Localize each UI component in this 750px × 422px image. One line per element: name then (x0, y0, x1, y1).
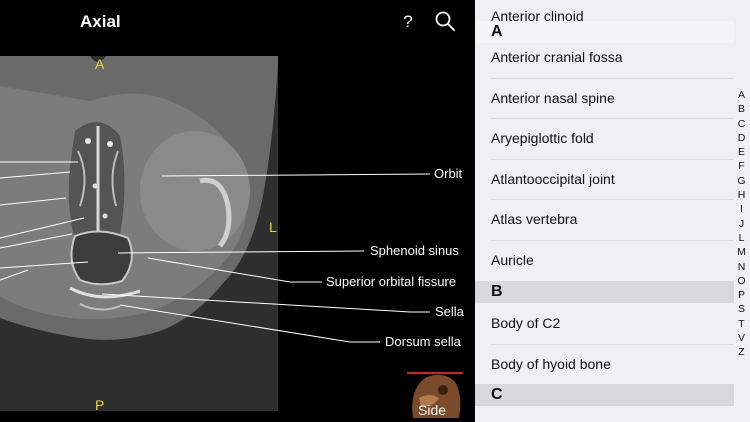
index-letter-v[interactable]: V (733, 331, 750, 345)
alphabet-index[interactable]: ABCDEFGHIJLMNOPSTVZ (733, 88, 750, 360)
row-divider (491, 240, 734, 241)
row-divider (491, 199, 734, 200)
label-sella[interactable]: Sella (435, 304, 464, 319)
orientation-left: L (269, 219, 277, 235)
index-letter-h[interactable]: H (733, 188, 750, 202)
help-button[interactable]: ? (400, 12, 416, 32)
index-letter-t[interactable]: T (733, 317, 750, 331)
section-header-b: B (475, 281, 734, 303)
image-viewer[interactable]: Axial ? A P L Orbit Sphenoid sinus Super… (0, 0, 475, 422)
index-letter-p[interactable]: P (733, 288, 750, 302)
list-item[interactable]: Aryepiglottic fold (491, 130, 594, 146)
section-header-c: C (475, 384, 734, 406)
index-letter-n[interactable]: N (733, 260, 750, 274)
view-title: Axial (80, 12, 121, 31)
index-letter-s[interactable]: S (733, 302, 750, 316)
index-letter-d[interactable]: D (733, 131, 750, 145)
index-letter-m[interactable]: M (733, 245, 750, 259)
side-view-button[interactable]: Side (403, 368, 465, 420)
list-item[interactable]: Auricle (491, 252, 534, 268)
side-view-label: Side (418, 402, 447, 418)
row-divider (491, 159, 734, 160)
index-letter-a[interactable]: A (733, 88, 750, 102)
orientation-posterior: P (95, 397, 105, 413)
label-dorsum-sella[interactable]: Dorsum sella (385, 334, 461, 349)
list-item[interactable]: Atlantooccipital joint (491, 171, 615, 187)
index-letter-e[interactable]: E (733, 145, 750, 159)
index-letter-l[interactable]: L (733, 231, 750, 245)
index-letter-c[interactable]: C (733, 117, 750, 131)
index-letter-o[interactable]: O (733, 274, 750, 288)
axial-scan-image (0, 56, 278, 411)
orientation-anterior: A (95, 56, 105, 72)
structure-list[interactable]: Anterior clinoid A Anterior cranial foss… (475, 0, 750, 422)
top-bar: Axial ? (0, 0, 475, 44)
list-item[interactable]: Body of C2 (491, 315, 560, 331)
index-letter-z[interactable]: Z (733, 345, 750, 359)
index-letter-j[interactable]: J (733, 217, 750, 231)
section-header-a: A (475, 21, 734, 43)
index-letter-b[interactable]: B (733, 102, 750, 116)
list-item[interactable]: Anterior cranial fossa (491, 49, 623, 65)
index-letter-i[interactable]: I (733, 202, 750, 216)
ct-scan-graphic (0, 56, 278, 411)
row-divider (491, 78, 734, 79)
list-item[interactable]: Atlas vertebra (491, 211, 577, 227)
row-divider (491, 118, 734, 119)
list-item[interactable]: Anterior nasal spine (491, 90, 615, 106)
row-divider (491, 344, 734, 345)
list-item[interactable]: Body of hyoid bone (491, 356, 611, 372)
index-letter-f[interactable]: F (733, 159, 750, 173)
index-letter-g[interactable]: G (733, 174, 750, 188)
label-superior-orbital-fissure[interactable]: Superior orbital fissure (326, 274, 456, 289)
label-orbit[interactable]: Orbit (434, 166, 462, 181)
label-sphenoid-sinus[interactable]: Sphenoid sinus (370, 243, 459, 258)
search-icon[interactable] (435, 11, 455, 31)
